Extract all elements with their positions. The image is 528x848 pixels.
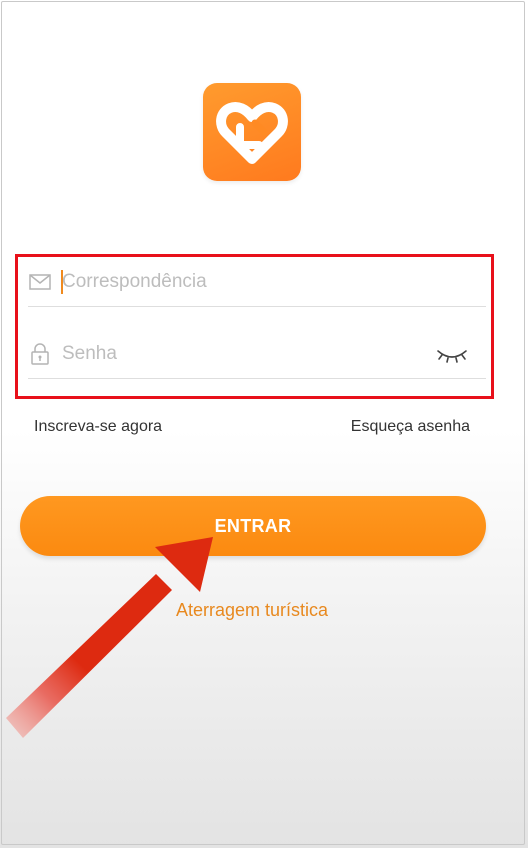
form-highlight-annotation (15, 254, 494, 399)
register-link[interactable]: Inscreva-se agora (34, 418, 162, 436)
heart-logo-icon (216, 102, 288, 164)
forgot-password-link[interactable]: Esqueça asenha (351, 418, 470, 436)
app-logo (203, 83, 301, 181)
tourist-login-link[interactable]: Aterragem turística (0, 600, 504, 621)
arrow-shaft (6, 574, 172, 738)
enter-button[interactable]: ENTRAR (20, 496, 486, 556)
